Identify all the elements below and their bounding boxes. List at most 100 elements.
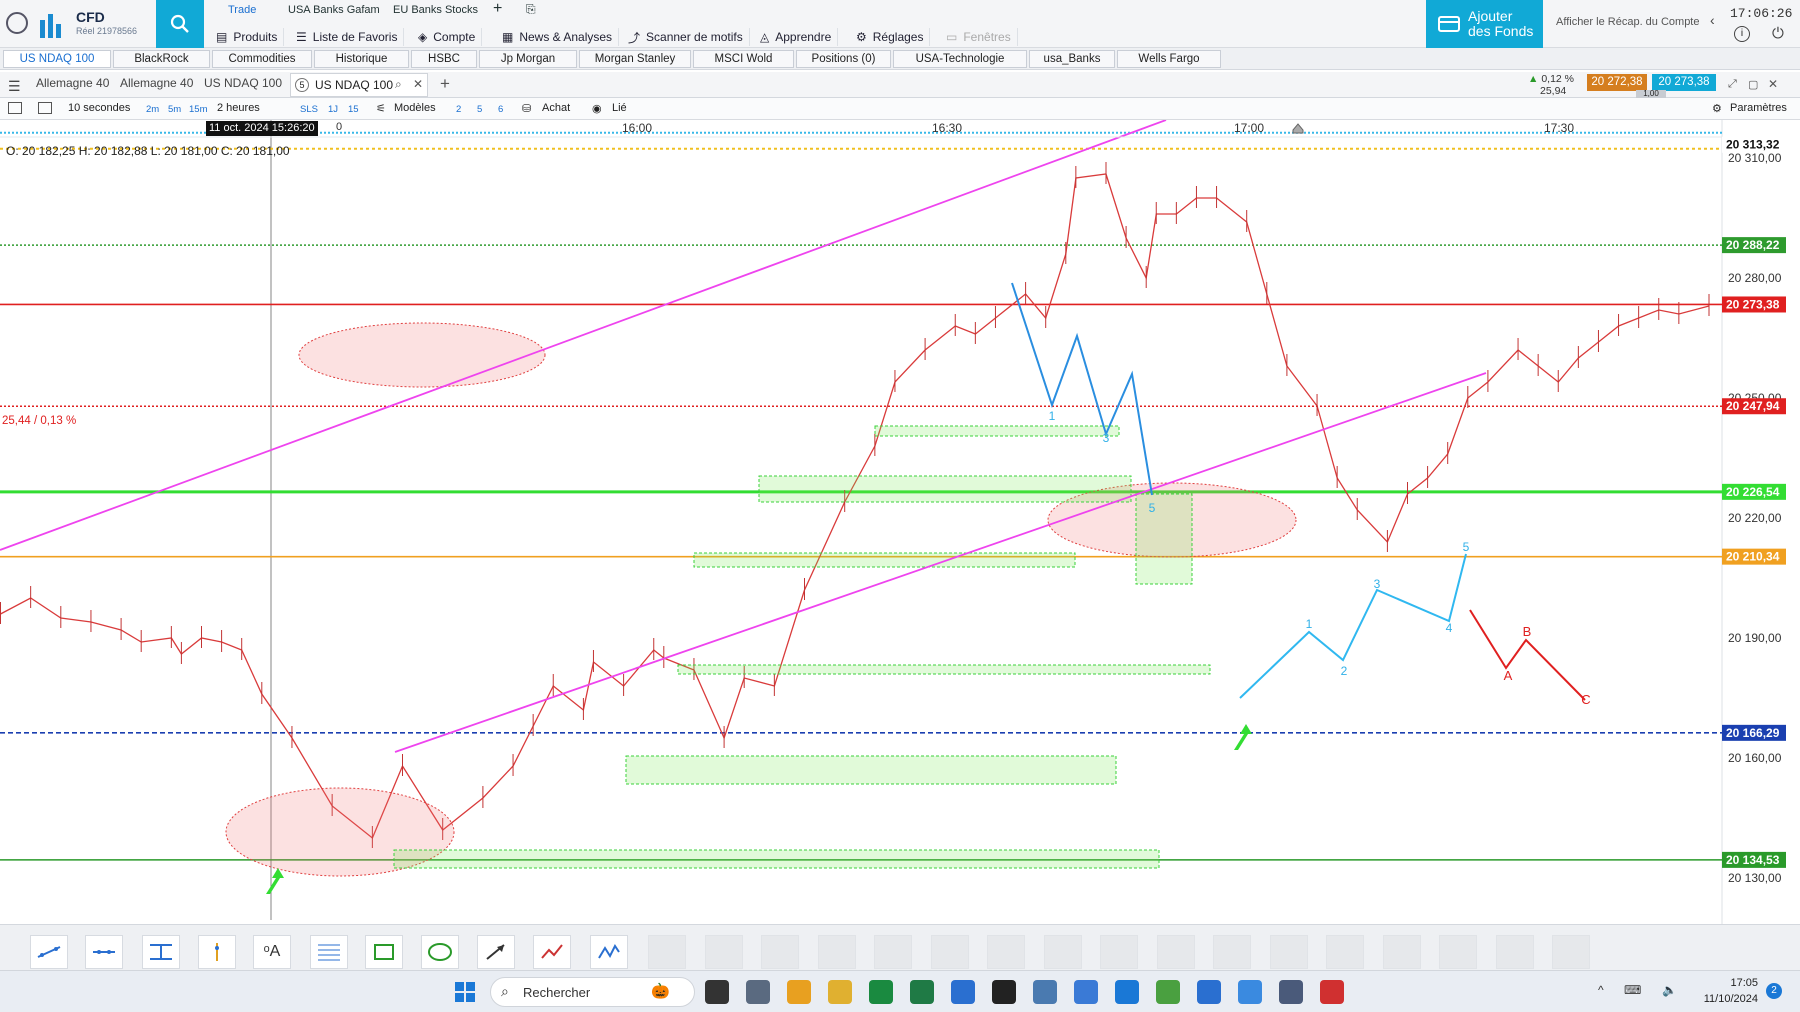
tab-positions[interactable]: Positions (0) [796, 50, 891, 68]
quick-1j[interactable]: 1J [328, 104, 338, 115]
trading-app-icon[interactable] [1197, 980, 1221, 1004]
horizontal-line-tool-icon[interactable] [85, 935, 123, 969]
chat-icon[interactable] [1238, 980, 1262, 1004]
trendline-tool-icon[interactable] [30, 935, 68, 969]
tab-us-ndaq[interactable]: US NDAQ 100 [3, 50, 111, 68]
nav-eu-banks[interactable]: EU Banks Stocks [393, 4, 478, 16]
count-5[interactable]: 5 [477, 104, 482, 115]
menu-compte[interactable]: ◈ Compte [412, 28, 483, 46]
search-icon[interactable]: ⌕ [395, 77, 402, 92]
chart-tab-ndaq-1[interactable]: US NDAQ 100 [204, 76, 282, 90]
templates-icon[interactable]: ⚟ [376, 102, 386, 115]
add-chart-icon[interactable]: + [440, 74, 450, 94]
settings-icon[interactable]: ⚙ [1712, 102, 1722, 115]
chart-tab-de40-2[interactable]: Allemagne 40 [120, 76, 193, 90]
chevron-left-icon[interactable]: ‹ [1710, 12, 1715, 28]
menu-reglages[interactable]: ⚙ Réglages [850, 28, 931, 46]
layout-icon[interactable] [8, 102, 22, 114]
chart-tab-active[interactable]: 5 US NDAQ 100 ⌕ ✕ [290, 73, 428, 97]
chrome-icon[interactable] [787, 980, 811, 1004]
buy-icon[interactable]: ⛁ [522, 102, 531, 115]
account-recap-link[interactable]: Afficher le Récap. du Compte [1556, 16, 1699, 28]
account-avatar-icon[interactable] [6, 12, 28, 34]
quick-sls[interactable]: SLS [300, 104, 318, 115]
tab-usa-technologie[interactable]: USA-Technologie [893, 50, 1027, 68]
menu-favoris[interactable]: ☰ Liste de Favoris [290, 28, 405, 46]
pen-icon[interactable] [1074, 980, 1098, 1004]
count-2[interactable]: 2 [456, 104, 461, 115]
linked-button[interactable]: Lié [612, 102, 627, 114]
store-icon[interactable] [1115, 980, 1139, 1004]
buy-button[interactable]: Achat [542, 102, 570, 114]
settings-app-icon[interactable] [746, 980, 770, 1004]
vertical-line-tool-icon[interactable] [198, 935, 236, 969]
detach-icon[interactable]: ⎘ [526, 2, 536, 17]
keyboard-icon[interactable]: ⌨ [1624, 983, 1641, 997]
mail-icon[interactable] [1033, 980, 1057, 1004]
period-5m[interactable]: 5m [168, 104, 181, 115]
tab-blackrock[interactable]: BlackRock [113, 50, 210, 68]
templates-button[interactable]: Modèles [394, 102, 436, 114]
excel-icon[interactable] [910, 980, 934, 1004]
close-icon[interactable]: ✕ [413, 77, 423, 91]
game-icon[interactable] [1320, 980, 1344, 1004]
range-tool-icon[interactable] [142, 935, 180, 969]
period-select[interactable]: 10 secondes [68, 102, 130, 114]
period-15m[interactable]: 15m [189, 104, 207, 115]
tab-historique[interactable]: Historique [314, 50, 409, 68]
nav-trade[interactable]: Trade [228, 4, 256, 16]
menu-produits[interactable]: ▤ Produits [210, 28, 285, 46]
file-explorer-icon[interactable] [828, 980, 852, 1004]
volume-icon[interactable]: 🔈 [1662, 983, 1677, 997]
edge-icon[interactable] [951, 980, 975, 1004]
add-funds-button[interactable]: Ajouter des Fonds [1426, 0, 1543, 48]
settings-button[interactable]: Paramètres [1730, 102, 1787, 114]
price-chart[interactable]: 1 3 5 1 2 3 4 5 A B C 16:00 16:30 17:00 17:30 20 130,0… [0, 119, 1800, 924]
tab-hsbc[interactable]: HSBC [411, 50, 477, 68]
remote-icon[interactable] [1279, 980, 1303, 1004]
power-icon[interactable]: ⏻ [1772, 25, 1784, 42]
maximize-icon[interactable]: ▢ [1748, 78, 1758, 91]
link-icon[interactable]: ◉ [592, 102, 602, 115]
menu-news[interactable]: ▦ News & Analyses [496, 28, 620, 46]
arrow-tool-icon[interactable] [477, 935, 515, 969]
range-select[interactable]: 2 heures [217, 102, 260, 114]
chart-app-icon[interactable] [869, 980, 893, 1004]
windows-start-icon[interactable] [454, 981, 476, 1003]
add-tab-icon[interactable]: + [493, 0, 502, 18]
ellipse-tool-icon[interactable] [421, 935, 459, 969]
nav-usa-banks[interactable]: USA Banks Gafam [288, 4, 380, 16]
sell-price[interactable]: 20 272,38 [1587, 74, 1647, 91]
tab-usa-banks[interactable]: usa_Banks [1029, 50, 1115, 68]
tab-wells-fargo[interactable]: Wells Fargo [1117, 50, 1221, 68]
chart-canvas[interactable]: 1 3 5 1 2 3 4 5 A B C 16:00 16:30 17:00 17:30 20 130,0… [0, 119, 1800, 924]
menu-apprendre[interactable]: ◬ Apprendre [754, 28, 839, 46]
menu-fenetres[interactable]: ▭ Fenêtres [940, 28, 1018, 46]
count-6[interactable]: 6 [498, 104, 503, 115]
menu-icon[interactable]: ☰ [8, 78, 21, 95]
text-tool-icon[interactable]: ᵒA [253, 935, 291, 969]
fibonacci-tool-icon[interactable] [310, 935, 348, 969]
tab-msci-wold[interactable]: MSCI Wold [693, 50, 794, 68]
period-2m[interactable]: 2m [146, 104, 159, 115]
search-button[interactable] [156, 0, 204, 48]
grid-icon[interactable] [38, 102, 52, 114]
buy-price[interactable]: 20 273,38 [1652, 74, 1716, 91]
bing-icon[interactable] [992, 980, 1016, 1004]
polyline-tool-icon[interactable] [533, 935, 571, 969]
expand-icon[interactable]: ⤢ [1728, 78, 1737, 91]
close-window-icon[interactable]: ✕ [1768, 77, 1778, 91]
chevron-up-icon[interactable]: ^ [1598, 983, 1604, 997]
taskbar-search-input[interactable]: ⌕ Rechercher 🎃 [490, 977, 695, 1007]
pattern-tool-icon[interactable] [590, 935, 628, 969]
tab-morgan-stanley[interactable]: Morgan Stanley [579, 50, 691, 68]
rectangle-tool-icon[interactable] [365, 935, 403, 969]
menu-scanner[interactable]: ⤴ Scanner de motifs [622, 28, 750, 46]
notification-badge[interactable]: 2 [1766, 983, 1782, 999]
chart-tab-de40-1[interactable]: Allemagne 40 [36, 76, 109, 90]
tab-commodities[interactable]: Commodities [212, 50, 312, 68]
tab-jp-morgan[interactable]: Jp Morgan [479, 50, 577, 68]
stocks-icon[interactable] [1156, 980, 1180, 1004]
info-icon[interactable]: i [1734, 26, 1750, 42]
task-view-icon[interactable] [705, 980, 729, 1004]
